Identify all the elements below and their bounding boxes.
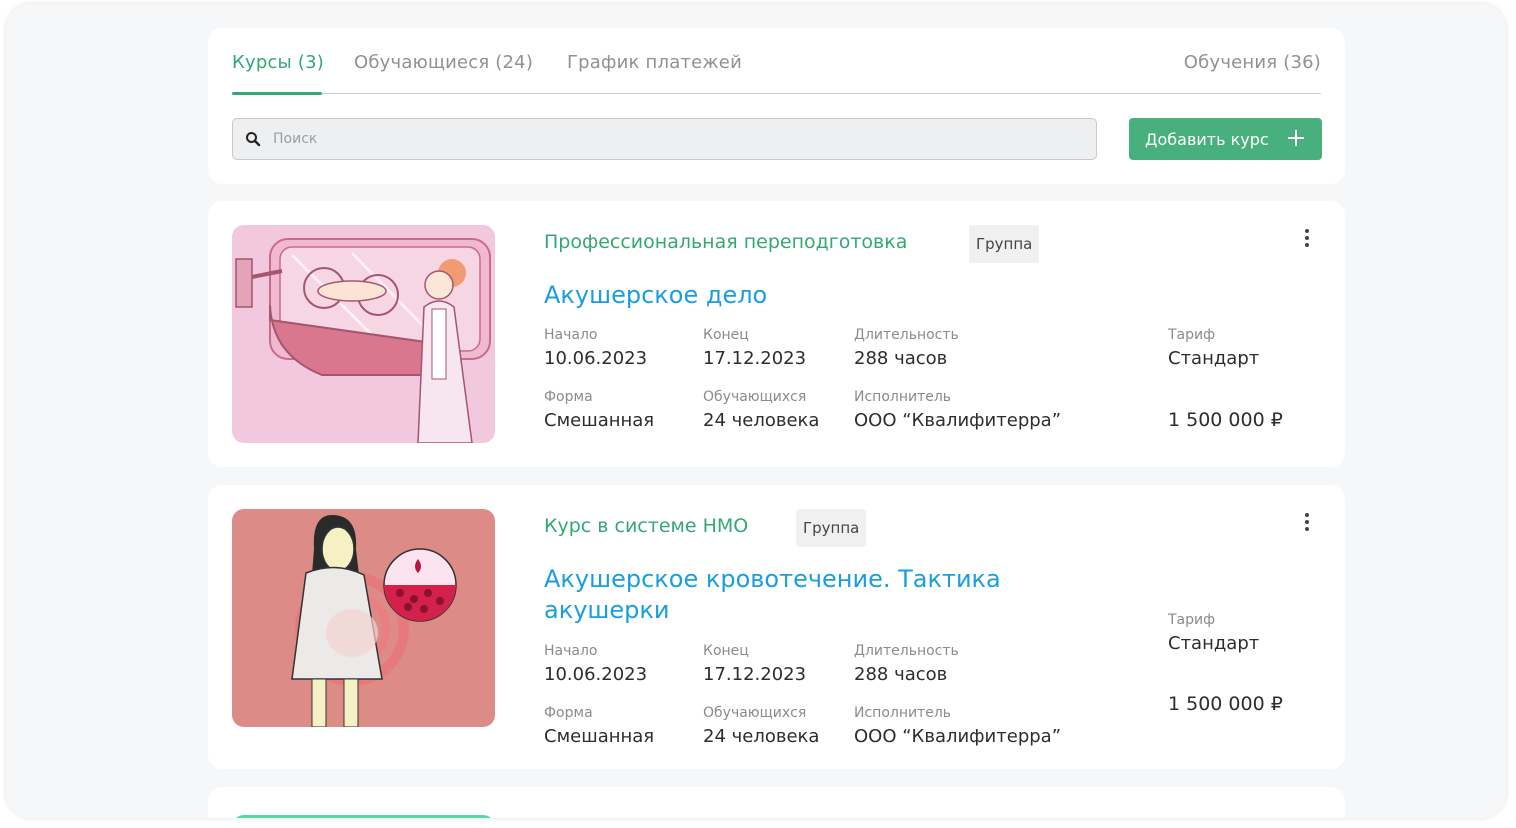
app-frame: Курсы (3) Обучающиеся (24) График платеж… xyxy=(6,4,1506,818)
course-image xyxy=(232,225,495,443)
tariff-value: Стандарт xyxy=(1168,633,1260,654)
more-options-icon[interactable] xyxy=(1302,229,1312,251)
executor-value: ООО “Квалифитерра” xyxy=(854,410,1062,431)
tariff-label: Тариф xyxy=(1168,327,1216,343)
end-label: Конец xyxy=(703,327,749,343)
tab-students[interactable]: Обучающиеся (24) xyxy=(354,52,533,73)
students-label: Обучающихся xyxy=(703,705,807,721)
course-image xyxy=(232,815,495,818)
course-card[interactable] xyxy=(208,787,1345,818)
course-image xyxy=(232,509,495,727)
course-title[interactable]: Акушерское дело xyxy=(544,280,1104,311)
tariff-label: Тариф xyxy=(1168,612,1216,628)
students-value: 24 человека xyxy=(703,410,820,431)
form-value: Смешанная xyxy=(544,410,655,431)
duration-label: Длительность xyxy=(854,643,959,659)
form-label: Форма xyxy=(544,705,593,721)
start-label: Начало xyxy=(544,327,598,343)
active-tab-indicator xyxy=(232,92,322,95)
tab-bar: Курсы (3) Обучающиеся (24) График платеж… xyxy=(232,52,1321,95)
executor-label: Исполнитель xyxy=(854,705,952,721)
tab-trainings[interactable]: Обучения (36) xyxy=(1184,52,1321,73)
course-card[interactable]: Курс в системе НМО Группа Акушерское кро… xyxy=(208,485,1345,769)
add-course-button[interactable]: Добавить курс xyxy=(1129,118,1322,160)
end-date: 17.12.2023 xyxy=(703,664,807,685)
duration-value: 288 часов xyxy=(854,348,948,369)
course-category: Профессиональная переподготовка xyxy=(544,231,908,253)
tab-courses[interactable]: Курсы (3) xyxy=(232,52,324,73)
students-label: Обучающихся xyxy=(703,389,807,405)
course-card[interactable]: Профессиональная переподготовка Группа А… xyxy=(208,201,1345,467)
add-course-label: Добавить курс xyxy=(1145,129,1269,149)
duration-value: 288 часов xyxy=(854,664,948,685)
form-label: Форма xyxy=(544,389,593,405)
start-date: 10.06.2023 xyxy=(544,664,648,685)
course-badge: Группа xyxy=(969,225,1040,263)
course-title[interactable]: Акушерское кровотечение. Тактика акушерк… xyxy=(544,564,1104,626)
tab-payment-schedule[interactable]: График платежей xyxy=(567,52,742,73)
tariff-value: Стандарт xyxy=(1168,348,1260,369)
executor-label: Исполнитель xyxy=(854,389,952,405)
price-value: 1 500 000 ₽ xyxy=(1168,693,1283,715)
start-date: 10.06.2023 xyxy=(544,348,648,369)
more-options-icon[interactable] xyxy=(1302,513,1312,535)
course-category: Курс в системе НМО xyxy=(544,515,749,537)
end-date: 17.12.2023 xyxy=(703,348,807,369)
courses-toolbar-panel: Курсы (3) Обучающиеся (24) График платеж… xyxy=(208,28,1345,184)
search-field[interactable] xyxy=(232,118,1097,160)
students-value: 24 человека xyxy=(703,726,820,747)
executor-value: ООО “Квалифитерра” xyxy=(854,726,1062,747)
search-input[interactable] xyxy=(273,119,1073,158)
price-value: 1 500 000 ₽ xyxy=(1168,409,1283,431)
form-value: Смешанная xyxy=(544,726,655,747)
duration-label: Длительность xyxy=(854,327,959,343)
start-label: Начало xyxy=(544,643,598,659)
end-label: Конец xyxy=(703,643,749,659)
plus-icon xyxy=(1288,130,1304,146)
course-badge: Группа xyxy=(796,509,867,547)
search-icon xyxy=(246,132,261,147)
